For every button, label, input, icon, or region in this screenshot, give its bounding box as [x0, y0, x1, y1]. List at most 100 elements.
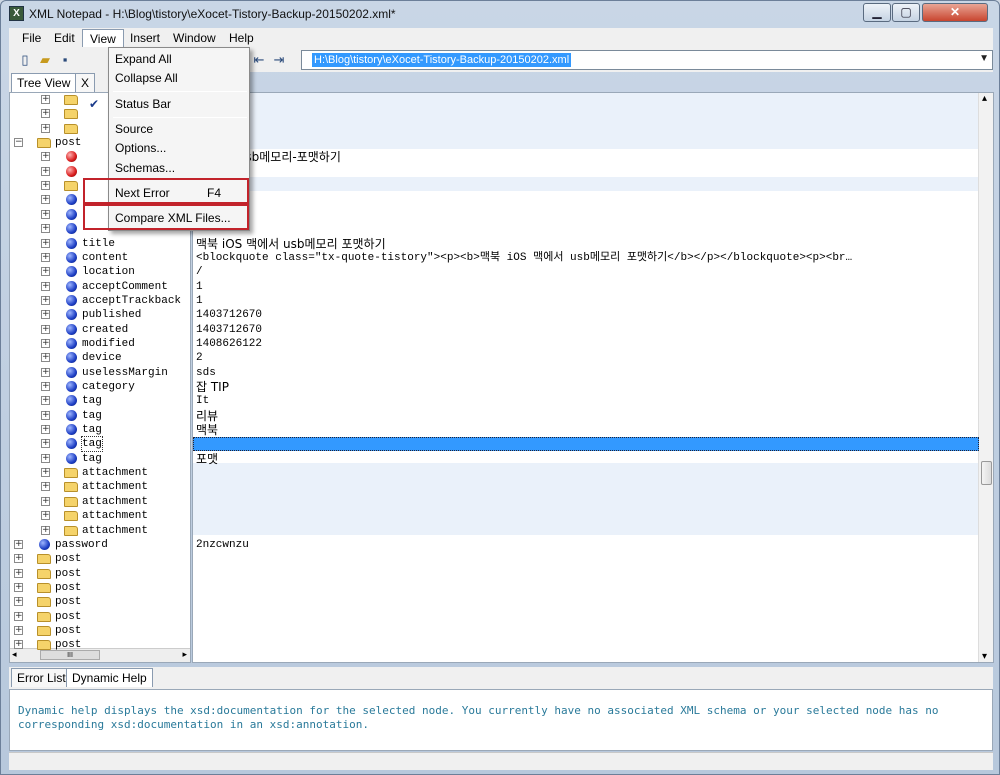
close-button[interactable]: ✕ — [922, 3, 988, 22]
tree-node[interactable]: + post — [10, 595, 190, 609]
maximize-button[interactable]: ▢ — [892, 3, 920, 22]
location-combo[interactable]: H:\Blog\tistory\eXocet-Tistory-Backup-20… — [301, 50, 993, 70]
expand-icon[interactable]: + — [41, 267, 50, 277]
menu-item-expand-all[interactable]: Expand All — [109, 49, 249, 69]
expand-icon[interactable]: + — [41, 209, 50, 219]
tree-node[interactable]: + tag — [10, 452, 190, 466]
tree-node[interactable]: + post — [10, 567, 190, 581]
tree-node[interactable]: + modified — [10, 337, 190, 351]
chevron-down-icon[interactable]: ▼ — [979, 53, 989, 64]
tree-node[interactable]: + device — [10, 351, 190, 365]
expand-icon[interactable]: + — [41, 152, 50, 162]
menu-help[interactable]: Help — [222, 29, 261, 47]
node-value[interactable]: 맥북 — [193, 423, 979, 437]
expand-icon[interactable]: + — [41, 295, 50, 305]
tree-node[interactable]: + attachment — [10, 509, 190, 523]
menu-item-schemas[interactable]: Schemas... — [109, 158, 249, 178]
tree-node[interactable]: + tag — [10, 394, 190, 408]
selected-row[interactable] — [193, 437, 979, 452]
tree-node[interactable]: + acceptTrackback — [10, 294, 190, 308]
expand-icon[interactable]: + — [14, 539, 23, 549]
expand-icon[interactable]: + — [41, 95, 50, 104]
scroll-thumb[interactable] — [981, 461, 992, 485]
expand-icon[interactable]: + — [14, 568, 23, 578]
tree-node[interactable]: + location — [10, 265, 190, 279]
expand-icon[interactable]: + — [41, 453, 50, 463]
menu-window[interactable]: Window — [166, 29, 223, 47]
expand-icon[interactable]: + — [41, 410, 50, 420]
expand-icon[interactable]: + — [14, 625, 23, 635]
tree-node[interactable]: + category — [10, 380, 190, 394]
menu-item-source[interactable]: Source — [109, 119, 249, 139]
location-path[interactable]: H:\Blog\tistory\eXocet-Tistory-Backup-20… — [312, 53, 572, 67]
node-value[interactable]: 리뷰 — [193, 409, 979, 423]
expand-icon[interactable]: + — [41, 496, 50, 506]
expand-icon[interactable]: + — [41, 324, 50, 334]
tree-node[interactable]: + tag — [10, 436, 190, 453]
expand-icon[interactable]: + — [41, 353, 50, 363]
expand-icon[interactable]: + — [14, 640, 23, 650]
expand-icon[interactable]: + — [14, 554, 23, 564]
scroll-down-icon[interactable]: ▾ — [982, 651, 987, 662]
menu-view[interactable]: View — [82, 29, 124, 47]
node-value[interactable]: 맥북 iOS 맥에서 usb메모리 포맷하기 — [193, 237, 979, 251]
nudge-left-icon[interactable]: ⇤ — [251, 52, 267, 68]
expand-icon[interactable]: + — [14, 582, 23, 592]
expand-icon[interactable]: + — [41, 382, 50, 391]
tree-node[interactable]: + post — [10, 581, 190, 595]
open-folder-icon[interactable]: ▰ — [37, 52, 53, 68]
expand-icon[interactable]: + — [41, 338, 50, 348]
expand-icon[interactable]: + — [41, 238, 50, 248]
nudge-right-icon[interactable]: ⇥ — [271, 52, 287, 68]
tree-node[interactable]: + content — [10, 251, 190, 265]
expand-icon[interactable]: + — [41, 109, 50, 119]
scroll-up-icon[interactable]: ▴ — [982, 93, 987, 104]
tree-node[interactable]: + post — [10, 638, 190, 652]
expand-icon[interactable]: + — [41, 310, 50, 320]
tab-tree-view[interactable]: Tree View — [11, 73, 77, 92]
node-value[interactable]: 1403712670 — [193, 323, 979, 337]
tree-node[interactable]: + published — [10, 308, 190, 322]
node-value[interactable]: 1 — [193, 280, 979, 294]
collapse-icon[interactable]: − — [14, 138, 23, 148]
save-icon[interactable]: ▪ — [57, 52, 73, 68]
tree-node[interactable]: + attachment — [10, 480, 190, 494]
node-value[interactable]: 2 — [193, 351, 979, 365]
expand-icon[interactable]: + — [41, 367, 50, 377]
expand-icon[interactable]: + — [41, 425, 50, 435]
tree-node[interactable]: + uselessMargin — [10, 366, 190, 380]
tree-node[interactable]: + post — [10, 610, 190, 624]
node-value[interactable]: 포맷 — [193, 452, 979, 466]
menu-insert[interactable]: Insert — [123, 29, 167, 47]
new-file-icon[interactable]: ▯ — [17, 52, 33, 68]
expand-icon[interactable]: + — [41, 195, 50, 205]
expand-icon[interactable]: + — [41, 281, 50, 291]
tree-node[interactable]: + acceptComment — [10, 280, 190, 294]
node-value[interactable]: <blockquote class="tx-quote-tistory"><p>… — [193, 251, 979, 265]
tab-error-list[interactable]: Error List — [11, 668, 72, 687]
expand-icon[interactable]: + — [41, 181, 50, 191]
expand-icon[interactable]: + — [41, 482, 50, 492]
expand-icon[interactable]: + — [41, 123, 50, 133]
expand-icon[interactable]: + — [14, 611, 23, 621]
menu-item-status-bar[interactable]: ✔ Status Bar — [89, 94, 249, 114]
tree-node[interactable]: + password — [10, 538, 190, 552]
expand-icon[interactable]: + — [14, 597, 23, 607]
node-value[interactable]: 2nzcwnzu — [193, 538, 979, 552]
tree-node[interactable]: + tag — [10, 423, 190, 437]
content-vertical-scrollbar[interactable]: ▴ ▾ — [978, 93, 993, 662]
expand-icon[interactable]: + — [41, 224, 50, 234]
expand-icon[interactable]: + — [41, 252, 50, 262]
expand-icon[interactable]: + — [41, 525, 50, 535]
tab-xsl-output[interactable]: X — [75, 73, 96, 92]
menu-file[interactable]: File — [15, 29, 48, 47]
tab-dynamic-help[interactable]: Dynamic Help — [66, 668, 153, 687]
expand-icon[interactable]: + — [41, 166, 50, 176]
node-value[interactable]: -맥에서-usb메모리-포맷하기 — [193, 150, 979, 164]
tree-node[interactable]: + attachment — [10, 495, 190, 509]
menu-edit[interactable]: Edit — [47, 29, 82, 47]
tree-node[interactable]: + created — [10, 323, 190, 337]
node-value[interactable]: 잡 TIP — [193, 380, 979, 394]
minimize-button[interactable]: ▁ — [863, 3, 891, 22]
node-value[interactable]: ed — [193, 222, 979, 236]
